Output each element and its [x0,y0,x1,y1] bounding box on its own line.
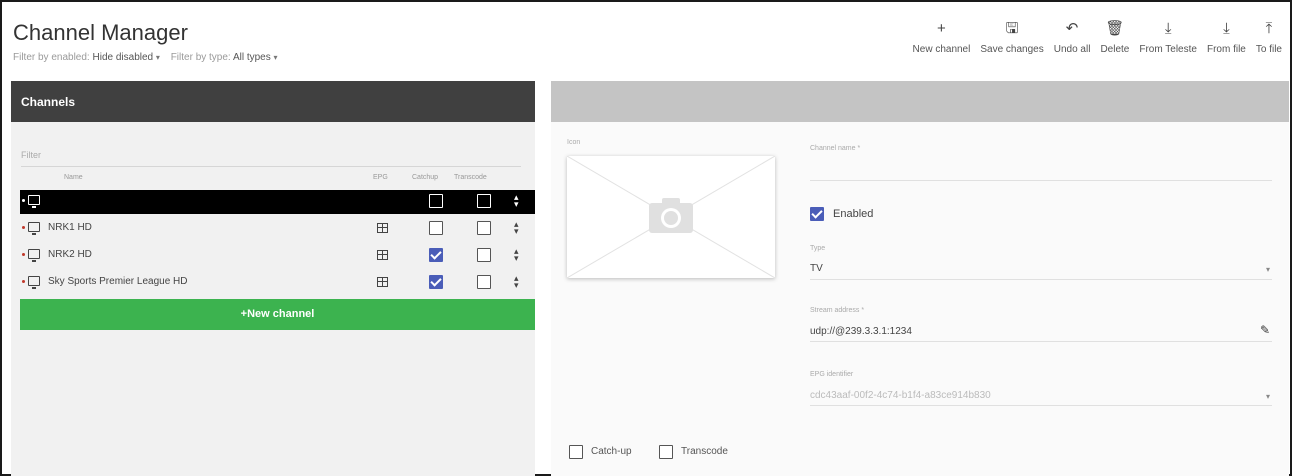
undo-icon: ↶ [1065,19,1079,37]
trash-icon: 🗑 [1105,19,1125,37]
save-icon: 🖫 [1005,19,1019,37]
catchup-checkbox[interactable] [429,194,443,208]
tv-icon [28,195,40,208]
channel-name: NRK2 HD [48,249,92,260]
toolbar-button-from-file[interactable]: ⤓ From file [1206,19,1246,56]
epg-identifier-select[interactable]: cdc43aaf-00f2-4c74-b1f4-a83ce914b830 ▾ [810,384,1272,406]
filter-type-dropdown[interactable]: All types [233,52,271,63]
transcode-label: Transcode [681,446,728,457]
channel-name: NRK1 HD [48,222,92,233]
channel-filter-input[interactable]: Filter [21,147,521,167]
stream-address-label: Stream address * [810,307,865,314]
edit-icon[interactable]: ✎ [1260,323,1270,337]
image-placeholder-icon [567,156,775,278]
download-icon: ⤓ [1164,19,1172,37]
catchup-checkbox[interactable] [429,248,443,262]
transcode-checkbox[interactable] [659,445,673,459]
transcode-checkbox[interactable] [477,248,491,262]
toolbar: + New channel 🖫 Save changes ↶ Undo all 🗑 Delet… [903,19,1282,56]
channels-panel: Channels Filter Name EPG Catchup Transco… [11,81,535,476]
new-channel-button[interactable]: +New channel [20,299,535,330]
drag-handle-icon[interactable]: ▴ ▾ [514,193,519,209]
column-header-transcode[interactable]: Transcode [454,174,487,181]
upload-icon: ⤒ [1265,19,1273,37]
plus-icon: + [937,19,946,37]
toolbar-button-save-changes[interactable]: 🖫 Save changes [980,19,1044,56]
filter-enabled-label: Filter by enabled: [13,52,90,63]
transcode-checkbox[interactable] [477,275,491,289]
toolbar-button-new-channel[interactable]: + New channel [912,19,971,56]
toolbar-button-from-teleste[interactable]: ⤓ From Teleste [1139,19,1197,56]
channel-name-input[interactable] [810,159,1272,181]
epg-grid-icon [377,223,388,233]
chevron-down-icon[interactable]: ▾ [156,53,160,62]
column-header-catchup[interactable]: Catchup [412,174,438,181]
toolbar-button-undo-all[interactable]: ↶ Undo all [1053,19,1091,56]
catchup-checkbox[interactable] [429,221,443,235]
epg-identifier-value: cdc43aaf-00f2-4c74-b1f4-a83ce914b830 [810,390,991,401]
app-frame: Channel Manager Filter by enabled: Hide … [0,0,1292,476]
toolbar-button-delete[interactable]: 🗑 Delete [1100,19,1130,56]
channel-name: Sky Sports Premier League HD [48,276,188,287]
channel-icon-upload[interactable] [567,156,775,278]
channel-row[interactable]: ▴ ▾ [20,190,535,214]
download-icon: ⤓ [1223,19,1230,37]
toolbar-button-label: Save changes [980,44,1044,55]
page-title: Channel Manager [13,20,188,45]
toolbar-button-to-file[interactable]: ⤒ To file [1255,19,1282,56]
transcode-checkbox[interactable] [477,221,491,235]
type-select[interactable]: TV ▾ [810,258,1272,280]
epg-grid-icon [377,250,388,260]
status-dot [22,226,25,229]
channel-row[interactable]: NRK2 HD ▴ ▾ [20,244,535,268]
catchup-label: Catch-up [591,446,632,457]
toolbar-button-label: New channel [912,44,971,55]
toolbar-button-label: From Teleste [1139,44,1197,55]
catchup-checkbox[interactable] [429,275,443,289]
channel-row[interactable]: Sky Sports Premier League HD ▴ ▾ [20,271,535,295]
filter-type-label: Filter by type: [170,52,231,63]
channel-detail-panel: Icon Channel name * Enabled Type TV ▾ St… [551,81,1289,476]
tv-icon [28,222,40,235]
type-label: Type [810,245,826,252]
channel-row[interactable]: NRK1 HD ▴ ▾ [20,217,535,241]
epg-identifier-label: EPG identifier [810,371,854,378]
channel-name-label: Channel name * [810,145,861,152]
drag-handle-icon[interactable]: ▴ ▾ [514,220,519,236]
toolbar-button-label: Delete [1100,44,1130,55]
tv-icon [28,276,40,289]
tv-icon [28,249,40,262]
status-dot [22,280,25,283]
enabled-checkbox[interactable] [810,207,824,221]
icon-field-label: Icon [567,139,581,146]
chevron-down-icon: ▾ [1265,265,1270,274]
chevron-down-icon[interactable]: ▾ [274,53,278,62]
catchup-checkbox[interactable] [569,445,583,459]
type-value: TV [810,263,823,274]
toolbar-button-label: Undo all [1053,44,1091,55]
stream-address-input[interactable]: udp://@239.3.3.1:1234 ✎ [810,320,1272,342]
enabled-label: Enabled [833,208,874,220]
toolbar-button-label: From file [1206,44,1246,55]
status-dot [22,253,25,256]
new-channel-label: New channel [247,308,315,320]
filter-enabled-dropdown[interactable]: Hide disabled [93,52,154,63]
drag-handle-icon[interactable]: ▴ ▾ [514,274,519,290]
toolbar-button-label: To file [1255,44,1282,55]
epg-grid-icon [377,277,388,287]
column-header-name[interactable]: Name [64,174,83,181]
column-header-epg[interactable]: EPG [373,174,388,181]
channels-panel-title: Channels [11,81,535,122]
filter-bar: Filter by enabled: Hide disabled ▾ Filte… [13,52,286,63]
transcode-checkbox[interactable] [477,194,491,208]
status-dot [22,199,25,202]
stream-address-value: udp://@239.3.3.1:1234 [810,326,912,337]
drag-handle-icon[interactable]: ▴ ▾ [514,247,519,263]
detail-header [551,81,1289,122]
chevron-down-icon: ▾ [1265,392,1270,401]
